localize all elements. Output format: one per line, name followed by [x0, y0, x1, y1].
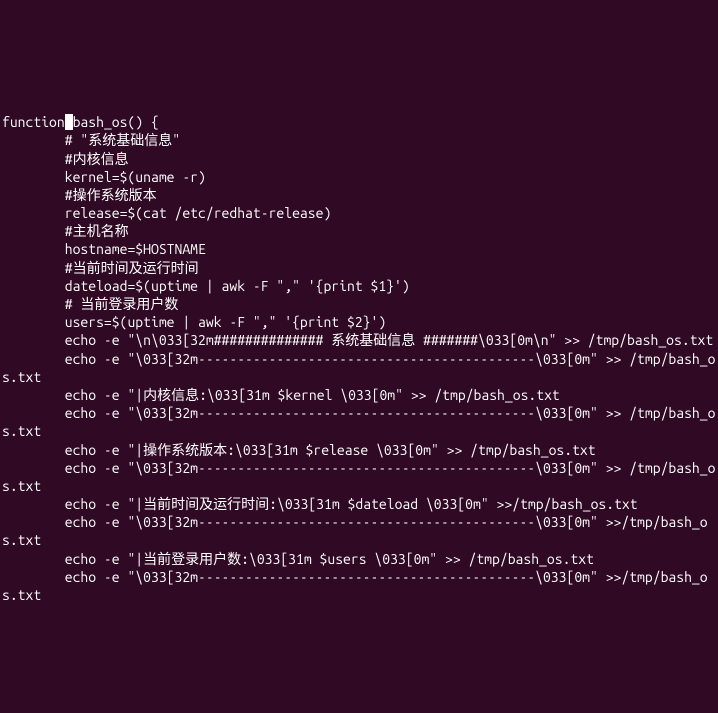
code-line[interactable]: #内核信息 — [2, 150, 716, 168]
code-line[interactable]: echo -e "\033[32m-----------------------… — [2, 459, 716, 495]
code-line[interactable]: function bash_os() { — [2, 113, 716, 131]
code-text: function — [2, 114, 65, 130]
code-line[interactable]: echo -e "\033[32m-----------------------… — [2, 513, 716, 549]
code-line[interactable]: echo -e "|当前登录用户数:\033[31m $users \033[0… — [2, 550, 716, 568]
code-line[interactable]: echo -e "|操作系统版本:\033[31m $release \033[… — [2, 441, 716, 459]
code-line[interactable]: echo -e "\n\033[32m############## 系统基础信息… — [2, 331, 716, 349]
code-line[interactable]: dateload=$(uptime | awk -F "," '{print $… — [2, 277, 716, 295]
code-line[interactable]: echo -e "\033[32m-----------------------… — [2, 350, 716, 386]
code-text: bash_os() { — [73, 114, 159, 130]
code-line[interactable]: kernel=$(uname -r) — [2, 168, 716, 186]
code-line[interactable]: # "系统基础信息" — [2, 131, 716, 149]
code-line[interactable]: release=$(cat /etc/redhat-release) — [2, 204, 716, 222]
terminal-editor[interactable]: function bash_os() { # "系统基础信息" #内核信息 ke… — [0, 77, 718, 623]
code-line[interactable]: echo -e "\033[32m-----------------------… — [2, 404, 716, 440]
code-content[interactable]: function bash_os() { # "系统基础信息" #内核信息 ke… — [2, 113, 716, 604]
code-line[interactable]: #主机名称 — [2, 222, 716, 240]
code-line[interactable]: #当前时间及运行时间 — [2, 259, 716, 277]
code-line[interactable]: #操作系统版本 — [2, 186, 716, 204]
code-line[interactable]: hostname=$HOSTNAME — [2, 240, 716, 258]
code-line[interactable]: echo -e "|内核信息:\033[31m $kernel \033[0m"… — [2, 386, 716, 404]
code-line[interactable]: echo -e "|当前时间及运行时间:\033[31m $dateload \… — [2, 495, 716, 513]
code-line[interactable]: # 当前登录用户数 — [2, 295, 716, 313]
code-line[interactable]: echo -e "\033[32m-----------------------… — [2, 568, 716, 604]
cursor — [65, 114, 73, 130]
code-line[interactable]: users=$(uptime | awk -F "," '{print $2}'… — [2, 313, 716, 331]
